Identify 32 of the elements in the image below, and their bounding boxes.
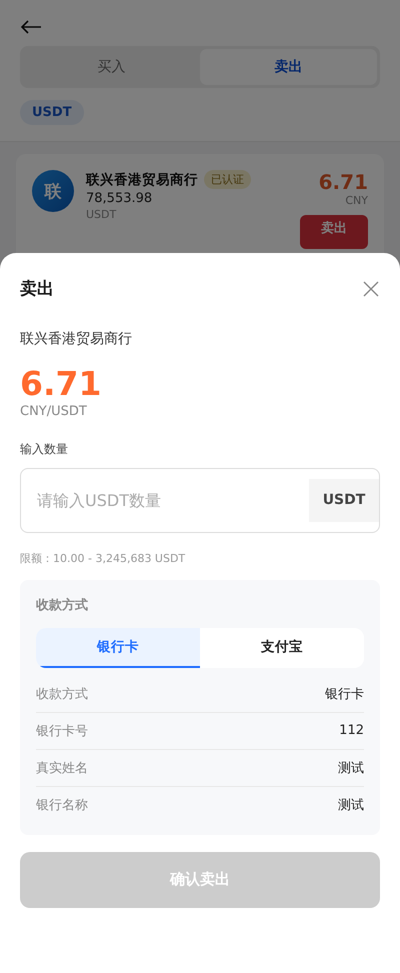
limit-text: 限额：10.00 - 3,245,683 USDT (20, 550, 186, 566)
detail-label: 银行名称 (36, 796, 88, 814)
quantity-field[interactable]: 请输入USDT数量 USDT (20, 468, 380, 533)
quantity-input-field[interactable]: 请输入USDT数量 (21, 490, 309, 511)
detail-label: 真实姓名 (36, 760, 88, 777)
price-unit: CNY/USDT (20, 404, 88, 419)
detail-value: 112 (339, 723, 364, 738)
unit-price: 6.71 (20, 364, 102, 404)
trade-tab[interactable]: 卖出 (200, 49, 377, 85)
close-icon[interactable] (362, 280, 380, 298)
amount-unit: USDT (86, 208, 118, 221)
detail-label: 收款方式 (36, 686, 88, 703)
price-currency: CNY (345, 194, 368, 207)
detail-label: 银行卡号 (36, 722, 88, 740)
merchant-name: 联兴香港贸易商行 (20, 330, 133, 348)
detail-value: 测试 (338, 760, 364, 777)
coin-chip[interactable]: USDT (20, 100, 84, 125)
sheet-title: 卖出 (20, 278, 54, 300)
available-amount: 78,553.98 (86, 191, 154, 206)
quantity-label: 输入数量 (20, 440, 69, 458)
detail-value: 银行卡 (325, 686, 364, 703)
back-arrow-icon[interactable] (20, 20, 42, 34)
sell-button[interactable]: 卖出 (300, 215, 368, 249)
currency-suffix: USDT (309, 478, 379, 522)
merchant-name: 联兴香港贸易商行 (86, 170, 198, 188)
verified-badge: 已认证 (204, 170, 251, 189)
trade-tab[interactable]: 买入 (23, 49, 200, 85)
payment-heading: 收款方式 (36, 596, 89, 614)
payment-tab[interactable]: 银行卡 (36, 628, 200, 668)
merchant-price: 6.71 (318, 170, 368, 194)
detail-value: 测试 (338, 796, 364, 814)
merchant-avatar: 联 (32, 170, 74, 212)
